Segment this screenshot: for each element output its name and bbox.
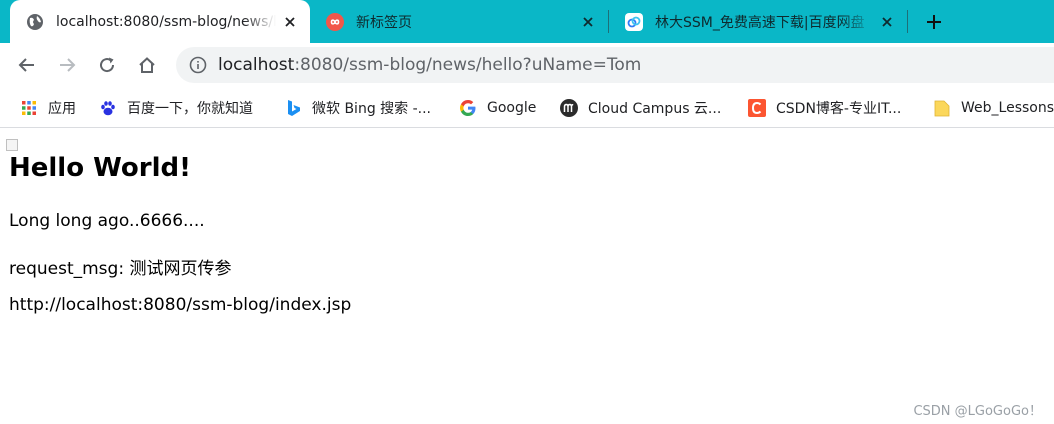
google-icon <box>459 99 477 117</box>
bookmark-label: 微软 Bing 搜索 -... <box>312 100 432 117</box>
page-heading: Hello World! <box>9 153 191 183</box>
apps-grid-icon <box>20 99 38 117</box>
bookmark-label: CSDN博客-专业IT... <box>776 100 902 117</box>
infinity-icon <box>326 12 344 31</box>
bookmark-label: Cloud Campus 云... <box>588 100 722 117</box>
broken-image-icon <box>6 139 18 151</box>
arrow-right-icon <box>60 58 76 72</box>
tab-new-tab[interactable]: 新标签页 <box>310 0 608 43</box>
csdn-watermark: CSDN @LGoGoGo！ <box>913 404 1042 419</box>
tab-title: 新标签页 <box>356 14 412 31</box>
tab-localhost[interactable]: localhost:8080/ssm-blog/news/hello?uName… <box>10 0 310 43</box>
url-path: :8080/ssm-blog/news/hello?uName=Tom <box>294 55 642 75</box>
tab-separator <box>907 10 908 33</box>
cloud-campus-icon <box>560 98 578 117</box>
address-bar[interactable]: localhost:8080/ssm-blog/news/hello?uName… <box>176 47 1054 83</box>
page-content: Hello World! Long long ago..6666.... req… <box>0 129 1054 424</box>
arrow-left-icon <box>18 58 34 72</box>
browser-toolbar: localhost:8080/ssm-blog/news/hello?uName… <box>0 43 1054 88</box>
plus-icon <box>927 15 941 29</box>
bing-icon <box>284 99 302 117</box>
folder-icon <box>933 99 951 117</box>
info-icon[interactable] <box>189 56 207 74</box>
tab-baidu-netdisk[interactable]: 林大SSM_免费高速下载|百度网盘 <box>609 0 907 43</box>
globe-icon <box>26 13 44 31</box>
home-icon <box>139 57 155 73</box>
csdn-icon <box>748 98 766 117</box>
bookmarks-bar: 应用 百度一下，你就知道 微软 Bing 搜索 -... Google Clou… <box>0 88 1054 128</box>
close-icon[interactable] <box>879 14 895 30</box>
baidu-paw-icon <box>99 99 117 117</box>
bookmark-web-lessons[interactable]: Web_Lessons <box>933 88 1054 127</box>
bookmark-label: Web_Lessons <box>961 99 1054 116</box>
home-button[interactable] <box>134 52 160 78</box>
index-url-text: http://localhost:8080/ssm-blog/index.jsp <box>9 295 352 315</box>
url-text[interactable]: localhost:8080/ssm-blog/news/hello?uName… <box>218 47 641 83</box>
bookmark-apps[interactable]: 应用 <box>20 88 76 127</box>
bookmark-bing[interactable]: 微软 Bing 搜索 -... <box>284 88 431 127</box>
close-icon[interactable] <box>282 14 298 30</box>
reload-icon <box>100 57 115 73</box>
forward-button[interactable] <box>54 52 80 78</box>
bookmark-google[interactable]: Google <box>459 88 536 127</box>
url-host: localhost <box>218 55 295 75</box>
baidu-netdisk-icon <box>625 12 643 31</box>
tab-strip: localhost:8080/ssm-blog/news/hello?uName… <box>0 0 1054 43</box>
tab-title: localhost:8080/ssm-blog/news/hello?uName… <box>56 13 276 30</box>
bookmark-label: 百度一下，你就知道 <box>127 100 253 117</box>
reload-button[interactable] <box>94 52 120 78</box>
bookmark-baidu[interactable]: 百度一下，你就知道 <box>99 88 253 127</box>
bookmark-cloud-campus[interactable]: Cloud Campus 云... <box>560 88 721 127</box>
close-icon[interactable] <box>580 14 596 30</box>
bookmark-csdn[interactable]: CSDN博客-专业IT... <box>748 88 901 127</box>
new-tab-button[interactable] <box>922 10 946 34</box>
back-button[interactable] <box>14 52 40 78</box>
bookmark-label: 应用 <box>48 100 76 117</box>
request-message: request_msg: 测试网页传参 <box>9 259 232 279</box>
bookmark-label: Google <box>487 99 537 116</box>
story-text: Long long ago..6666.... <box>9 211 205 231</box>
tab-title: 林大SSM_免费高速下载|百度网盘 <box>655 14 865 31</box>
